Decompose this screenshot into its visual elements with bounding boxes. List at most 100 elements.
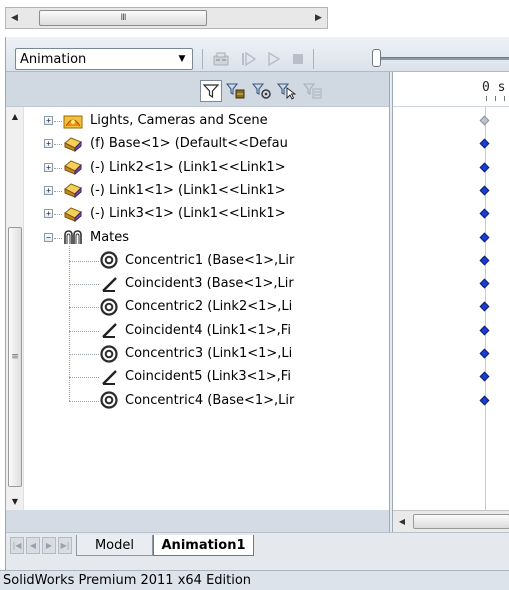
coincident-mate-icon: [100, 321, 122, 339]
mates-icon: [63, 229, 87, 245]
tree-footer: [6, 510, 389, 532]
tab-animation1[interactable]: Animation1: [153, 535, 254, 556]
tree-item-label: Coincident3 (Base<1>,Lir: [125, 276, 294, 292]
tree-connector: [69, 307, 99, 309]
filter-selected-icon[interactable]: [251, 80, 273, 102]
concentric-mate-icon: [100, 391, 122, 409]
lights-cameras-icon: [63, 113, 87, 129]
keyframe-marker[interactable]: [479, 371, 490, 382]
tree-connector: [69, 260, 99, 262]
tree-vertical-scrollbar[interactable]: ▲ ≡ ▼: [6, 107, 24, 510]
tree-connector: [54, 121, 62, 122]
keyframe-marker[interactable]: [479, 301, 490, 312]
timeline-time-label: 0 s: [482, 80, 506, 95]
tree-connector: [54, 237, 62, 239]
stop-icon[interactable]: [288, 49, 308, 69]
study-type-value: Animation: [20, 51, 87, 67]
part-icon: [63, 159, 87, 176]
tree-item-label: (-) Link1<1> (Link1<<Link1>: [90, 182, 286, 198]
filter-results-icon[interactable]: [276, 80, 298, 102]
tree-item[interactable]: Concentric2 (Link2<1>,Li: [100, 295, 389, 318]
tree-item[interactable]: Lights, Cameras and Scene: [63, 109, 389, 132]
keyframe-marker[interactable]: [479, 255, 490, 266]
scroll-down-arrow-icon[interactable]: ▼: [6, 492, 24, 510]
tree-connector: [54, 214, 62, 216]
scroll-left-arrow-icon[interactable]: ◀: [6, 8, 23, 28]
next-tab-icon[interactable]: ▶: [42, 537, 56, 554]
chevron-down-icon[interactable]: ▼: [174, 51, 190, 67]
tree-item-label: (-) Link2<1> (Link1<<Link1>: [90, 159, 286, 175]
collapse-icon[interactable]: −: [44, 232, 53, 242]
study-type-select[interactable]: Animation ▼: [15, 48, 193, 70]
tree-item-label: Concentric2 (Link2<1>,Li: [125, 299, 293, 315]
tab-model[interactable]: Model: [76, 535, 153, 556]
part-icon: [63, 206, 87, 222]
tree-item-label: Coincident5 (Link3<1>,Fi: [125, 369, 291, 385]
timeline-body[interactable]: [393, 107, 509, 510]
tree-connector: [69, 330, 99, 332]
tree-item[interactable]: (f) Base<1> (Default<<Defau: [63, 132, 389, 155]
status-bar: SolidWorks Premium 2011 x64 Edition: [0, 570, 509, 590]
tree-item[interactable]: Coincident4 (Link1<1>,Fi: [100, 319, 389, 342]
scrollbar-thumb[interactable]: III: [39, 10, 207, 26]
tree-item-label: Concentric3 (Link1<1>,Li: [125, 346, 293, 361]
scroll-left-arrow-icon[interactable]: ◀: [393, 511, 411, 531]
keyframe-marker[interactable]: [479, 185, 490, 196]
tree-item-label: Lights, Cameras and Scene: [90, 113, 268, 128]
status-text: SolidWorks Premium 2011 x64 Edition: [3, 573, 252, 588]
keyframe-marker[interactable]: [479, 395, 490, 406]
part-icon: [63, 136, 87, 152]
playback-slider-track[interactable]: [381, 57, 509, 60]
tree-item[interactable]: (-) Link1<1> (Link1<<Link1>: [63, 179, 389, 202]
play-icon[interactable]: [264, 49, 284, 69]
tree-scrollbar-thumb[interactable]: ≡: [8, 227, 22, 487]
tree-connector: [69, 354, 99, 355]
timeline-tick: [504, 96, 505, 101]
first-tab-icon[interactable]: |◀: [10, 537, 24, 554]
expand-icon[interactable]: +: [44, 116, 53, 125]
playback-slider-thumb[interactable]: [372, 49, 381, 67]
timeline-scrollbar-thumb[interactable]: [413, 514, 509, 529]
tree-connector: [54, 144, 62, 146]
tree-item[interactable]: Mates: [63, 226, 389, 249]
keyframe-marker[interactable]: [479, 278, 490, 289]
keyframe-marker[interactable]: [479, 348, 490, 359]
prev-tab-icon[interactable]: ◀: [26, 537, 40, 554]
tree-connector: [69, 400, 99, 402]
part-icon: [63, 182, 87, 199]
expand-icon[interactable]: +: [44, 209, 53, 219]
calculate-icon[interactable]: [211, 49, 231, 69]
tree-item[interactable]: (-) Link3<1> (Link1<<Link1>: [63, 202, 389, 225]
keyframe-marker[interactable]: [479, 162, 490, 173]
coincident-mate-icon: [100, 275, 122, 293]
concentric-mate-icon: [100, 344, 122, 363]
tree-item[interactable]: Concentric4 (Base<1>,Lir: [100, 389, 389, 412]
tree-item[interactable]: Concentric3 (Link1<1>,Li: [100, 342, 389, 365]
filter-driving-icon[interactable]: [225, 80, 247, 102]
tree-item[interactable]: (-) Link2<1> (Link1<<Link1>: [63, 156, 389, 179]
keyframe-marker[interactable]: [479, 138, 490, 149]
timeline-horizontal-scrollbar[interactable]: ◀: [393, 510, 509, 532]
tree-connector: [54, 190, 62, 192]
scroll-right-arrow-icon[interactable]: ▶: [310, 8, 327, 28]
last-tab-icon[interactable]: ▶|: [58, 537, 72, 554]
filter-animated-icon[interactable]: [200, 80, 222, 102]
filter-all-icon[interactable]: [302, 80, 324, 102]
tree-item-label: Coincident4 (Link1<1>,Fi: [125, 322, 291, 338]
expand-icon[interactable]: +: [44, 185, 53, 195]
tree-connector: [69, 377, 99, 379]
play-from-start-icon[interactable]: [239, 49, 259, 69]
tree-item[interactable]: Coincident5 (Link3<1>,Fi: [100, 365, 389, 388]
expand-icon[interactable]: +: [44, 162, 53, 172]
keyframe-marker[interactable]: [479, 115, 490, 126]
tree-item[interactable]: Coincident3 (Base<1>,Lir: [100, 272, 389, 295]
scroll-up-arrow-icon[interactable]: ▲: [6, 107, 24, 125]
top-horizontal-scrollbar[interactable]: ◀ III ▶: [5, 7, 328, 29]
timeline-header[interactable]: 0 s: [393, 72, 509, 107]
keyframe-marker[interactable]: [479, 325, 490, 336]
keyframe-marker[interactable]: [479, 208, 490, 219]
expand-icon[interactable]: +: [44, 139, 53, 149]
keyframe-marker[interactable]: [479, 232, 490, 242]
tree-item[interactable]: Concentric1 (Base<1>,Lir: [100, 249, 389, 272]
scrollbar-grip: ≡: [11, 352, 19, 362]
